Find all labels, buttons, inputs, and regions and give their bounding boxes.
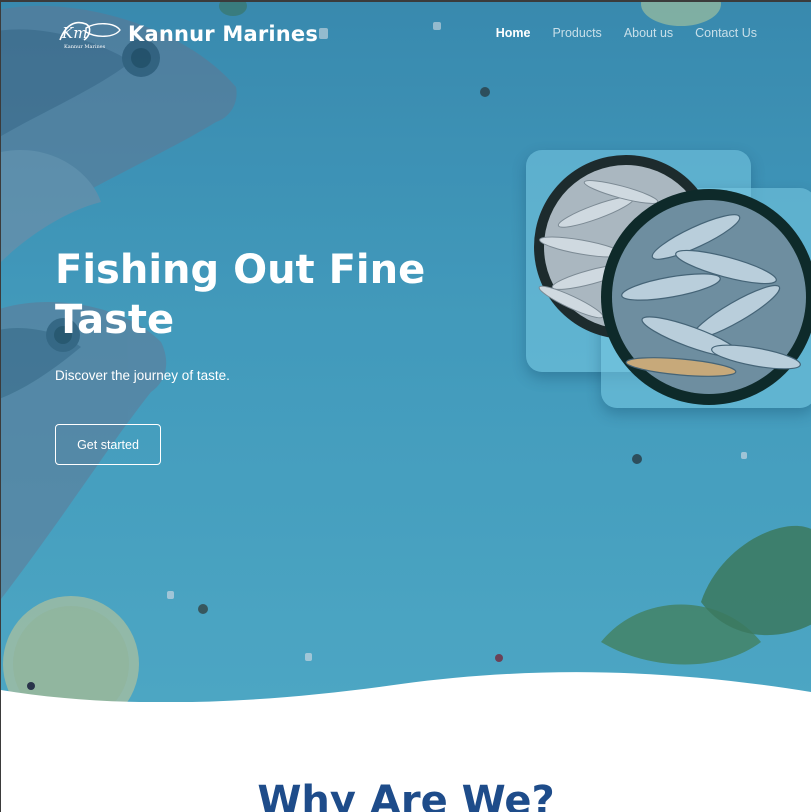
hero-section: Km Kannur Marines Kannur Marines Home Pr… bbox=[1, 2, 811, 702]
nav-products[interactable]: Products bbox=[552, 26, 601, 40]
hero-headline: Fishing Out Fine Taste bbox=[55, 247, 426, 343]
main-nav: Home Products About us Contact Us bbox=[496, 26, 757, 40]
svg-text:Km: Km bbox=[61, 24, 87, 42]
nav-home[interactable]: Home bbox=[496, 26, 531, 40]
hero-wave-divider bbox=[1, 672, 811, 722]
svg-text:Kannur Marines: Kannur Marines bbox=[64, 44, 106, 50]
nav-contact-us[interactable]: Contact Us bbox=[695, 26, 757, 40]
brand[interactable]: Km Kannur Marines Kannur Marines bbox=[56, 18, 318, 50]
fish-bowls-image bbox=[534, 155, 811, 405]
brand-logo: Km Kannur Marines bbox=[59, 21, 121, 50]
section-heading: Why Are We? bbox=[257, 778, 555, 812]
nav-about-us[interactable]: About us bbox=[624, 26, 673, 40]
get-started-button[interactable]: Get started bbox=[55, 424, 161, 465]
page: Km Kannur Marines Kannur Marines Home Pr… bbox=[1, 2, 811, 812]
hero-tagline: Discover the journey of taste. bbox=[55, 368, 230, 383]
brand-name: Kannur Marines bbox=[128, 22, 319, 46]
